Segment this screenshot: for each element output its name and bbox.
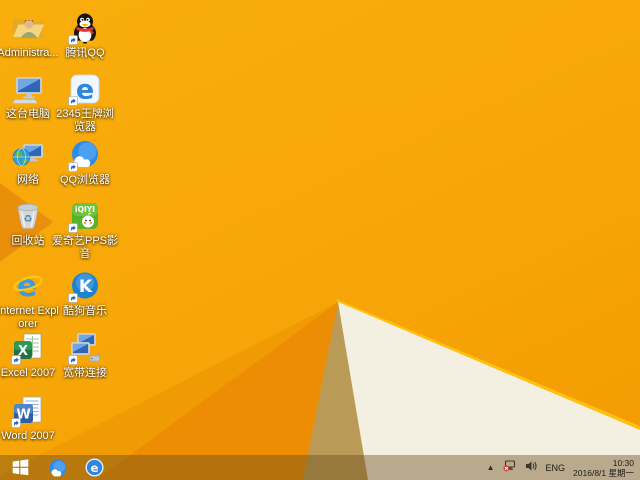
svg-text:K: K xyxy=(79,277,93,297)
show-hidden-icons-button[interactable]: ▲ xyxy=(487,455,495,480)
shortcut-arrow-icon xyxy=(68,96,78,106)
qq-browser-icon xyxy=(68,141,98,172)
broadband-connection-icon xyxy=(68,333,101,365)
shortcut-arrow-icon xyxy=(68,355,78,365)
clock-date: 2016/8/1 星期一 xyxy=(573,467,634,478)
taskbar-app-qq-browser[interactable] xyxy=(40,455,76,480)
desktop-icon-label: 爱奇艺PPS影音 xyxy=(52,235,119,260)
browser-2345-icon: e xyxy=(68,75,100,106)
system-tray: ▲ ENG 10:30 2016/8/1 星期一 xyxy=(487,455,640,480)
language-indicator[interactable]: ENG xyxy=(546,463,566,473)
desktop-icon-label: 酷狗音乐 xyxy=(63,305,107,317)
recycle-bin-icon: ♻ xyxy=(17,203,39,229)
desktop-icon-word-2007[interactable]: W Word 2007 xyxy=(0,394,61,443)
start-button[interactable] xyxy=(0,455,40,480)
svg-text:e: e xyxy=(90,461,98,475)
svg-text:iQIYI: iQIYI xyxy=(75,205,95,214)
shortcut-arrow-icon xyxy=(68,293,78,303)
this-pc-icon xyxy=(12,77,42,104)
windows-logo-icon xyxy=(12,459,28,476)
shortcut-arrow-icon xyxy=(11,355,21,365)
svg-text:e: e xyxy=(76,75,94,106)
desktop-icon-kugou-music[interactable]: K 酷狗音乐 xyxy=(52,269,118,318)
2345-browser-icon: e xyxy=(84,458,104,477)
word-2007-icon: W xyxy=(11,396,42,428)
desktop-icon-iqiyi-pps[interactable]: iQIYI 爱奇艺PPS影音 xyxy=(52,199,118,261)
shortcut-arrow-icon xyxy=(11,418,21,428)
desktop-icon-label: Word 2007 xyxy=(1,430,55,442)
kugou-music-icon: K xyxy=(68,272,98,303)
taskbar-app-2345-browser[interactable]: e xyxy=(76,455,112,480)
svg-text:♻: ♻ xyxy=(24,214,33,225)
network-icon xyxy=(12,144,43,166)
administrator-folder-icon xyxy=(13,19,44,38)
desktop-icon-label: 宽带连接 xyxy=(63,367,107,379)
desktop-icon-label: 腾讯QQ xyxy=(65,47,105,59)
clock-time: 10:30 xyxy=(612,457,634,468)
desktop-icon-qq-browser[interactable]: QQ浏览器 xyxy=(52,138,118,187)
qq-browser-icon xyxy=(49,459,67,476)
desktop-icon-broadband-connection[interactable]: 宽带连接 xyxy=(52,331,118,380)
desktop[interactable]: Administra... 腾讯QQ 这台电脑 e 2345王牌浏览器 网络 QQ浏览器 ♻ 回… xyxy=(0,0,640,480)
desktop-icon-label: QQ浏览器 xyxy=(59,174,111,186)
shortcut-arrow-icon xyxy=(68,35,78,45)
excel-2007-icon: X xyxy=(11,333,42,365)
taskbar: e ▲ ENG 10:30 2016/8/1 星期一 xyxy=(0,455,640,480)
desktop-icon-label: 2345王牌浏览器 xyxy=(56,108,114,133)
tencent-qq-icon xyxy=(68,13,96,45)
volume-tray-icon[interactable] xyxy=(525,459,538,477)
desktop-icon-tencent-qq[interactable]: 腾讯QQ xyxy=(52,11,118,60)
internet-explorer-icon: e xyxy=(13,269,43,303)
shortcut-arrow-icon xyxy=(68,223,78,233)
taskbar-clock[interactable]: 10:30 2016/8/1 星期一 xyxy=(573,458,634,478)
shortcut-arrow-icon xyxy=(68,162,78,172)
network-tray-icon[interactable] xyxy=(502,459,517,477)
iqiyi-pps-icon: iQIYI xyxy=(68,203,98,233)
desktop-icon-browser-2345[interactable]: e 2345王牌浏览器 xyxy=(52,72,118,134)
